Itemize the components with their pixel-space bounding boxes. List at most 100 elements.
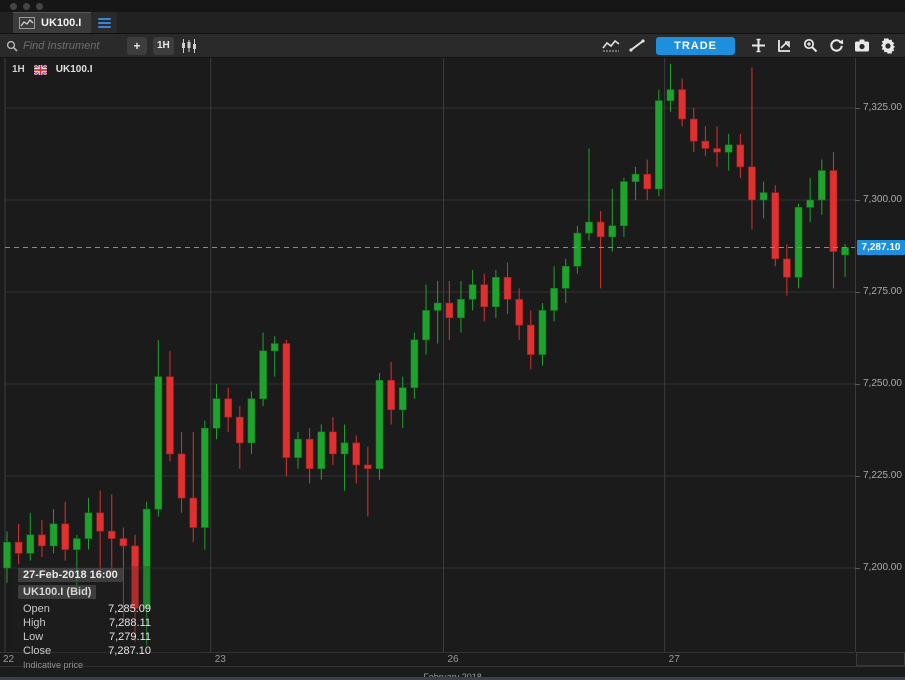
line-chart-tab-icon xyxy=(19,17,35,29)
instrument-search[interactable] xyxy=(6,40,121,52)
chart-style-button[interactable] xyxy=(178,36,200,56)
candle xyxy=(434,281,441,344)
candle xyxy=(85,498,92,550)
price-tick-label: 7,300.00 xyxy=(863,194,902,205)
candle xyxy=(108,494,115,575)
trade-button[interactable]: TRADE xyxy=(656,37,735,55)
price-tick-label: 7,275.00 xyxy=(863,286,902,297)
candle xyxy=(574,226,581,274)
chart-canvas[interactable] xyxy=(0,58,855,652)
close-window-button[interactable] xyxy=(10,3,17,10)
candle xyxy=(807,178,814,222)
tooltip-row: Open7,285.09 xyxy=(18,602,196,616)
tab-bar: UK100.I xyxy=(0,12,905,34)
candle xyxy=(190,432,197,542)
candle xyxy=(830,152,837,288)
search-input[interactable] xyxy=(23,40,118,52)
tooltip-row: High7,288.11 xyxy=(18,616,196,630)
tooltip-row-label: High xyxy=(23,617,83,629)
current-price-badge: 7,287.10 xyxy=(857,240,905,255)
candle xyxy=(818,160,825,215)
candle xyxy=(748,68,755,230)
candle xyxy=(609,189,616,252)
tooltip-row-value: 7,279.11 xyxy=(83,631,191,643)
candle xyxy=(155,340,162,517)
candle xyxy=(364,447,371,517)
candle xyxy=(737,134,744,178)
camera-icon xyxy=(854,39,870,52)
tooltip-row-label: Close xyxy=(23,645,83,657)
add-instrument-button[interactable]: + xyxy=(127,37,147,55)
candle xyxy=(248,391,255,454)
tab-menu-button[interactable] xyxy=(91,12,117,33)
trading-platform-window: UK100.I + 1H TRADE xyxy=(0,0,905,680)
candlestick-style-icon xyxy=(181,39,197,53)
settings-button[interactable] xyxy=(877,36,899,56)
chart-instrument-label: UK100.I xyxy=(56,64,93,75)
candle xyxy=(562,259,569,303)
crosshair-button[interactable] xyxy=(747,36,769,56)
indicator-axis-icon xyxy=(777,39,792,53)
session-label: 23 xyxy=(215,654,226,665)
candle xyxy=(760,182,767,219)
candle xyxy=(457,281,464,333)
candle xyxy=(178,432,185,513)
tooltip-row-label: Open xyxy=(23,603,83,615)
indicator-button[interactable] xyxy=(773,36,795,56)
tooltip-row-value: 7,288.11 xyxy=(83,617,191,629)
candle xyxy=(527,310,534,369)
maximize-window-button[interactable] xyxy=(36,3,43,10)
candle xyxy=(725,134,732,171)
crosshair-icon xyxy=(751,38,766,53)
trendline-tool-button[interactable] xyxy=(626,36,648,56)
price-axis[interactable]: 7,287.10 7,325.007,300.007,275.007,250.0… xyxy=(855,58,905,652)
chart-header: 1H UK100.I xyxy=(12,64,92,75)
candle xyxy=(306,428,313,483)
tooltip-row-label: Low xyxy=(23,631,83,643)
session-label: 22 xyxy=(3,654,14,665)
chart-tab-uk100[interactable]: UK100.I xyxy=(13,12,91,33)
chart-type-button[interactable] xyxy=(600,36,622,56)
candle xyxy=(446,281,453,340)
candle xyxy=(62,502,69,561)
candle xyxy=(539,303,546,366)
tooltip-timestamp: 27-Feb-2018 16:00 xyxy=(18,568,123,582)
interval-button[interactable]: 1H xyxy=(153,37,174,55)
candle xyxy=(620,178,627,237)
ohlc-tooltip: 27-Feb-2018 16:00 UK100.I (Bid) Open7,28… xyxy=(14,566,200,673)
trendline-icon xyxy=(629,39,645,52)
candle xyxy=(492,270,499,318)
tooltip-rows: Open7,285.09High7,288.11Low7,279.11Close… xyxy=(18,602,196,658)
candle xyxy=(423,285,430,355)
candle xyxy=(679,79,686,127)
gear-icon xyxy=(880,38,896,54)
chart-area: 1H UK100.I 27-Feb-2018 16:00 UK100.I (Bi… xyxy=(0,58,855,652)
candle xyxy=(201,421,208,550)
minimize-window-button[interactable] xyxy=(23,3,30,10)
candle xyxy=(783,244,790,296)
candle xyxy=(50,509,57,553)
candle xyxy=(225,388,232,432)
candle xyxy=(504,263,511,315)
candle xyxy=(551,266,558,321)
candle xyxy=(27,513,34,561)
candle xyxy=(271,336,278,376)
hamburger-icon xyxy=(98,18,111,28)
window-titlebar xyxy=(0,0,905,12)
candle xyxy=(213,384,220,439)
candle xyxy=(166,351,173,461)
zoom-button[interactable] xyxy=(799,36,821,56)
candle xyxy=(15,524,22,564)
candle xyxy=(586,148,593,240)
axis-corner xyxy=(856,652,905,666)
candle xyxy=(295,432,302,469)
candle xyxy=(644,160,651,200)
tooltip-footnote: Indicative price xyxy=(18,658,196,670)
candle xyxy=(283,340,290,476)
candle xyxy=(795,204,802,289)
reset-chart-button[interactable] xyxy=(825,36,847,56)
snapshot-button[interactable] xyxy=(851,36,873,56)
chart-interval-label: 1H xyxy=(12,64,25,75)
candle xyxy=(341,424,348,490)
price-tick-label: 7,225.00 xyxy=(863,470,902,481)
